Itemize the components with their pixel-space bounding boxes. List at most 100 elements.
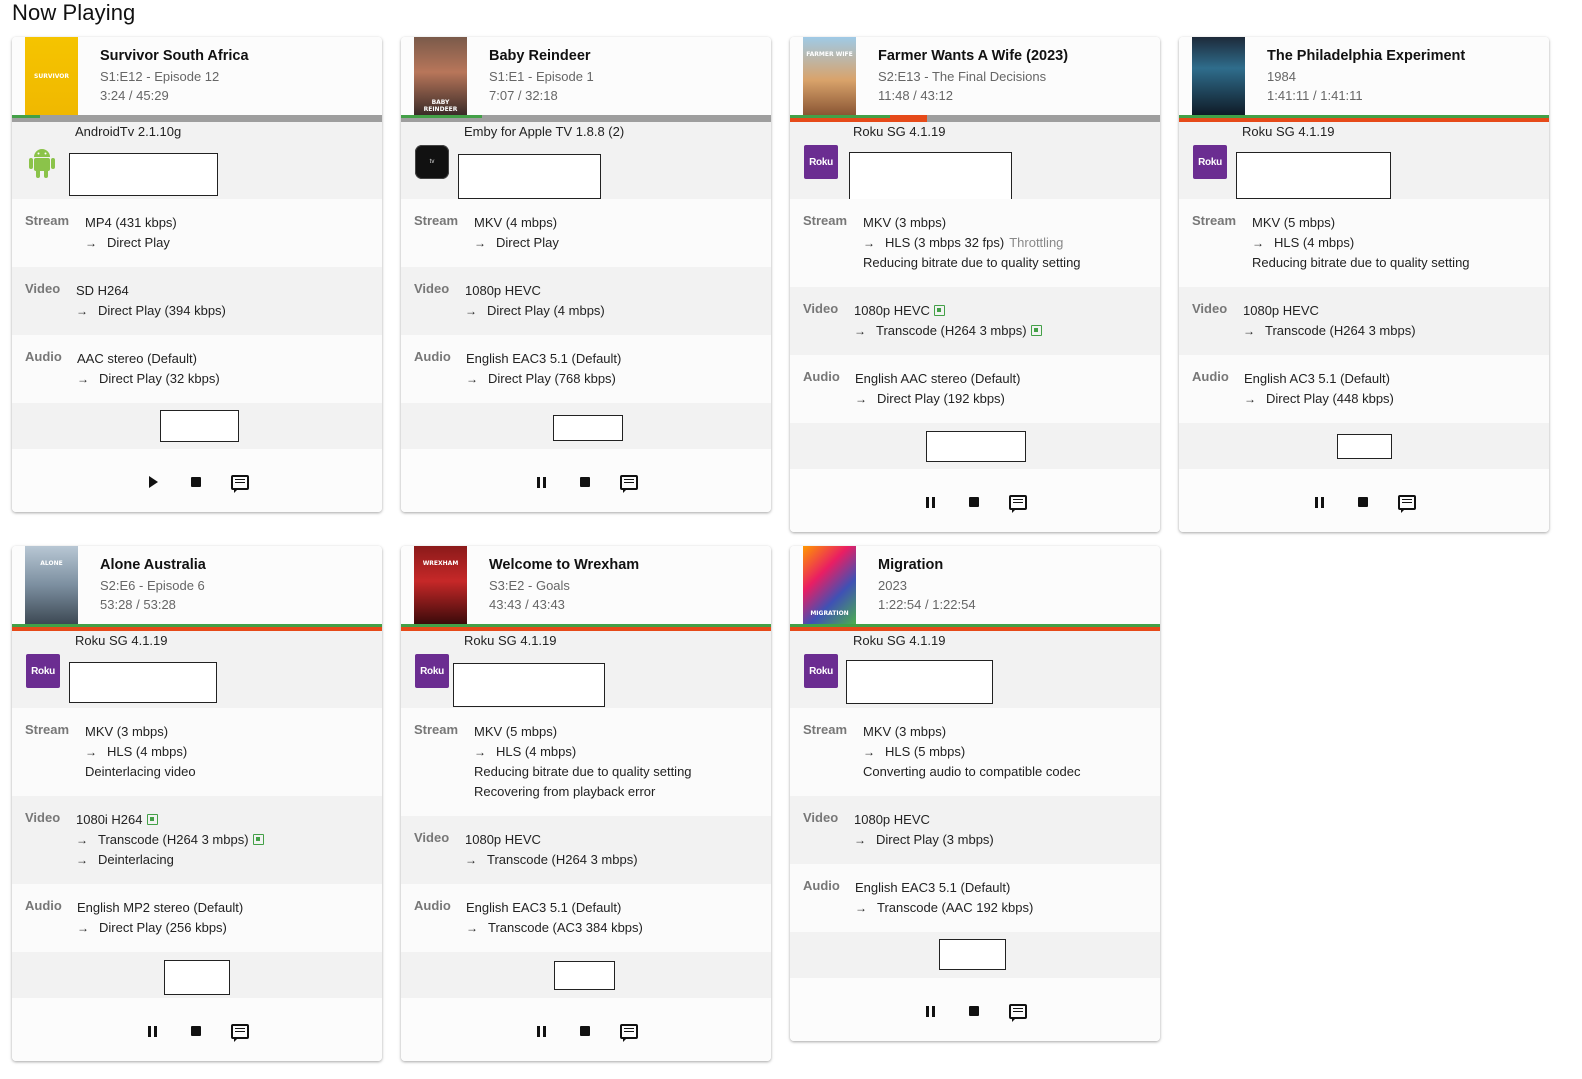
media-title[interactable]: The Philadelphia Experiment [1267,48,1465,64]
video-label: Video [803,301,839,316]
message-icon[interactable] [229,471,251,493]
stream-text: Reducing bitrate due to quality setting [474,764,692,779]
arrow-right-icon: → [76,833,88,847]
device-name: Emby for Apple TV 1.8.8 (2) [464,124,625,139]
stream-label: Stream [414,722,459,737]
arrow-right-icon: → [77,921,89,935]
message-icon[interactable] [229,1020,251,1042]
stream-line: MP4 (431 kbps) [85,213,382,233]
poster-image[interactable]: FARMER WIFE [803,37,856,115]
media-title[interactable]: Alone Australia [100,557,206,573]
poster-title-art: MIGRATION [810,610,849,617]
play-icon[interactable] [141,471,163,493]
stream-text: MKV (3 mbps) [863,724,947,739]
stream-line: → HLS (4 mbps) [1252,233,1549,253]
session-header: The Philadelphia Experiment 1984 1:41:11 /… [1179,37,1549,115]
stream-info: Stream MKV (5 mbps) → HLS (4 mbps) Reducing … [1179,199,1549,287]
stream-text: HLS (4 mbps) [1274,235,1355,250]
stream-line: MKV (5 mbps) [1252,213,1549,233]
media-title[interactable]: Survivor South Africa [100,48,249,64]
session-header: WREXHAM Welcome to Wrexham S3:E2 - Goals 43… [401,546,771,624]
media-title[interactable]: Baby Reindeer [489,48,591,64]
media-title[interactable]: Farmer Wants A Wife (2023) [878,48,1068,64]
audio-label: Audio [25,898,62,913]
video-info: Video 1080p HEVC → Transcode (H264 3 mbps) [401,816,771,884]
pause-icon[interactable] [530,1020,552,1042]
poster-image[interactable]: BABY REINDEER [414,37,467,115]
stop-icon[interactable] [574,1020,596,1042]
video-text: Transcode (H264 3 mbps) [487,852,638,867]
video-text: 1080i H264 [76,812,143,827]
progress-bar [12,115,382,122]
video-label: Video [414,830,450,845]
stream-text: Direct Play [107,235,170,250]
playback-controls [12,449,382,512]
poster-image[interactable]: WREXHAM [414,546,467,624]
stream-info: Stream MKV (3 mbps) → HLS (3 mbps 32 fps) Th… [790,199,1160,287]
video-text: 1080p HEVC [465,283,541,298]
poster-image[interactable]: ALONE [25,546,78,624]
playback-controls [790,469,1160,532]
poster-image[interactable]: MIGRATION [803,546,856,624]
played-progress [12,115,40,118]
redacted-box [458,154,601,199]
video-line: 1080p HEVC [1243,301,1549,321]
pause-icon[interactable] [919,1000,941,1022]
throttling-note: Throttling [1009,235,1064,250]
stop-icon[interactable] [963,1000,985,1022]
pause-icon[interactable] [141,1020,163,1042]
audio-line: → Direct Play (256 kbps) [77,918,382,938]
stop-icon[interactable] [185,471,207,493]
message-icon[interactable] [618,471,640,493]
stream-info: Stream MKV (3 mbps) → HLS (4 mbps) Deinterla… [12,708,382,796]
message-icon[interactable] [618,1020,640,1042]
stream-text: MKV (3 mbps) [85,724,169,739]
stream-text: MKV (5 mbps) [1252,215,1336,230]
video-details: 1080i H264 → Transcode (H264 3 mbps) → Deint… [25,810,382,884]
arrow-right-icon: → [77,372,89,386]
stream-label: Stream [1192,213,1237,228]
device-row: AndroidTv 2.1.10g [12,122,382,199]
device-name: AndroidTv 2.1.10g [75,124,182,139]
stop-icon[interactable] [963,491,985,513]
device-row: Roku SG 4.1.19 Roku [790,122,1160,200]
message-icon[interactable] [1007,1000,1029,1022]
audio-details: AAC stereo (Default) → Direct Play (32 kbp… [25,349,382,403]
pause-icon[interactable] [530,471,552,493]
audio-details: English EAC3 5.1 (Default) → Direct Play (… [414,349,771,403]
device-name: Roku SG 4.1.19 [75,633,168,648]
hardware-acceleration-icon [252,834,264,845]
redacted-box [846,660,993,704]
audio-line: English AC3 5.1 (Default) [1244,369,1549,389]
message-icon[interactable] [1007,491,1029,513]
arrow-right-icon: → [854,833,866,847]
audio-line: AAC stereo (Default) [77,349,382,369]
stream-line: MKV (3 mbps) [863,213,1160,233]
stop-icon[interactable] [185,1020,207,1042]
playback-time: 11:48 / 43:12 [878,88,953,103]
media-title[interactable]: Migration [878,557,943,573]
stop-icon[interactable] [1352,491,1374,513]
roku-icon: Roku [1193,145,1229,181]
bandwidth-row [401,952,771,998]
stream-label: Stream [25,213,70,228]
audio-text: Direct Play (448 kbps) [1266,391,1394,406]
stream-info: Stream MKV (3 mbps) → HLS (5 mbps) Convertin… [790,708,1160,796]
audio-info: Audio AAC stereo (Default) → Direct Play (3… [12,335,382,403]
arrow-right-icon: → [474,236,486,250]
video-info: Video SD H264 → Direct Play (394 kbps) [12,267,382,335]
session-card: The Philadelphia Experiment 1984 1:41:11 /… [1179,37,1549,532]
pause-icon[interactable] [1308,491,1330,513]
poster-image[interactable] [1192,37,1245,115]
message-icon[interactable] [1396,491,1418,513]
redacted-box [69,662,217,703]
stop-icon[interactable] [574,471,596,493]
poster-image[interactable]: SURVIVOR [25,37,78,115]
stream-line: MKV (3 mbps) [85,722,382,742]
pause-icon[interactable] [919,491,941,513]
stream-line: → HLS (3 mbps 32 fps) Throttling [863,233,1160,253]
played-progress [1179,115,1549,118]
video-line: → Deinterlacing [76,850,382,870]
stream-label: Stream [25,722,70,737]
media-title[interactable]: Welcome to Wrexham [489,557,639,573]
